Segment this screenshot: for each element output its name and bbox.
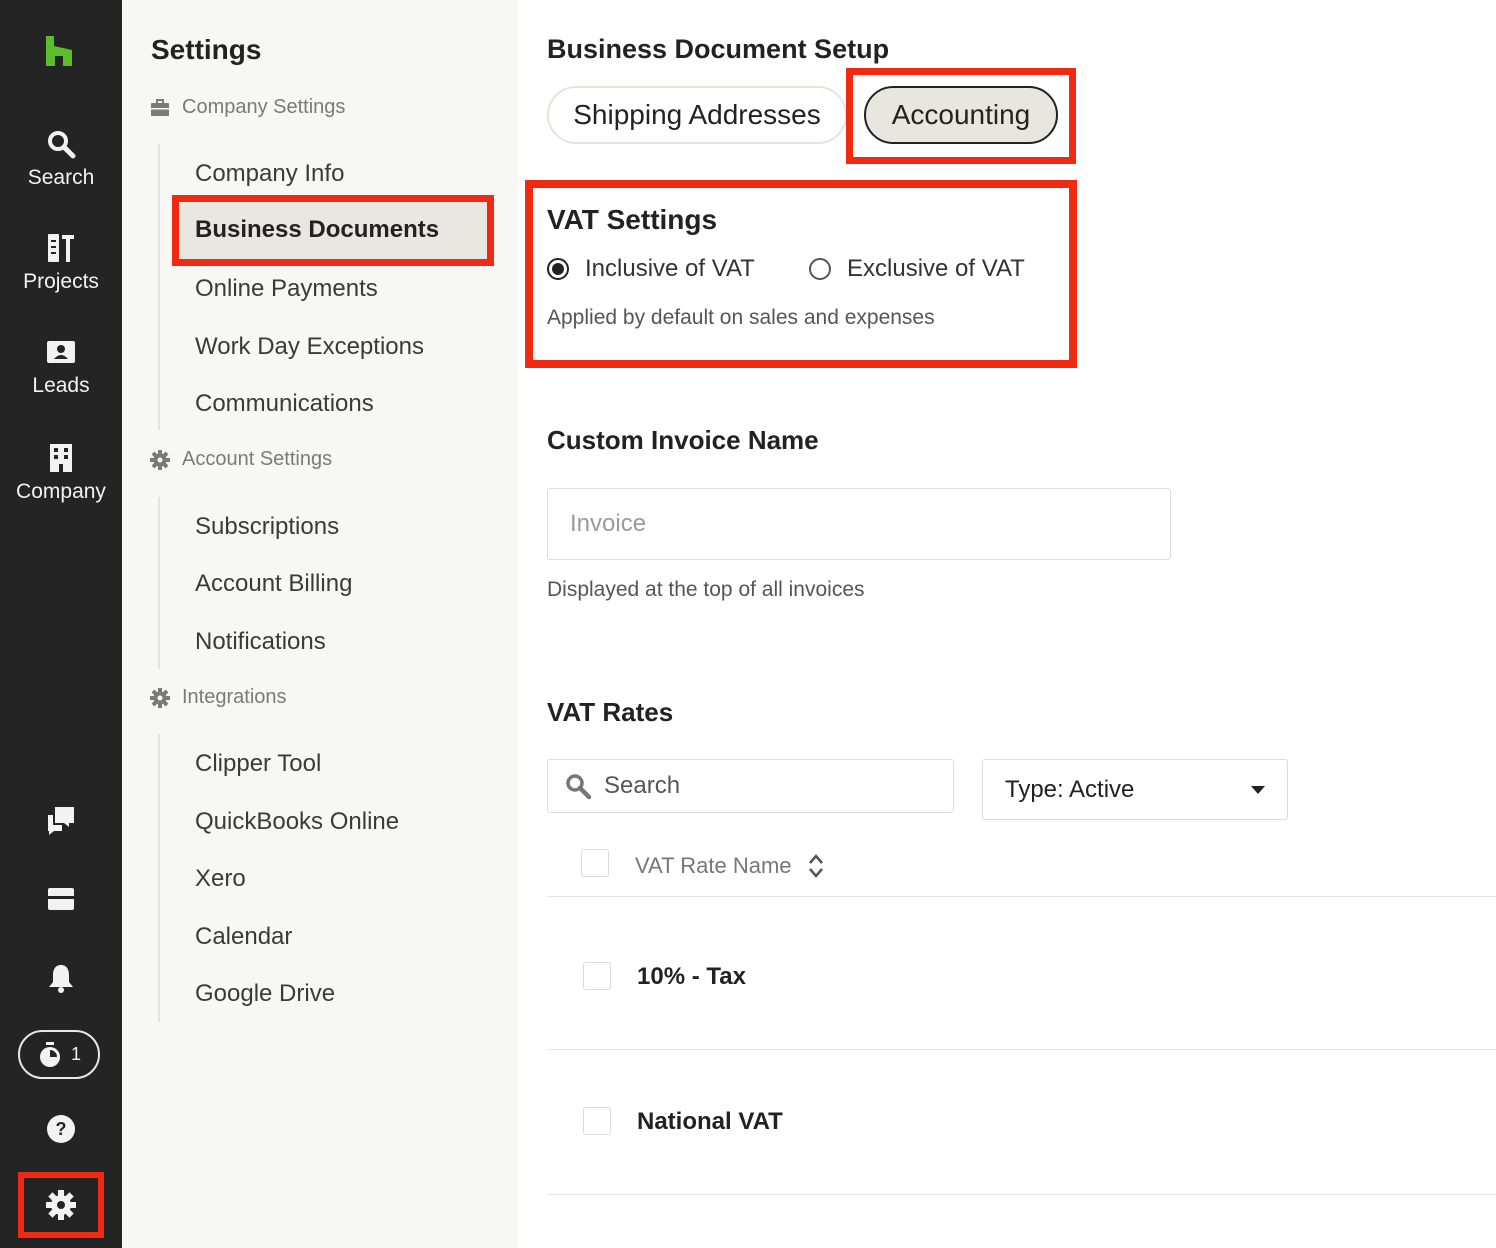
rail-item-search[interactable]: Search [0, 128, 122, 190]
vat-rates-title: VAT Rates [547, 697, 674, 727]
search-input[interactable] [604, 772, 924, 800]
radio-inclusive-of-vat[interactable]: Inclusive of VAT [547, 255, 755, 283]
radio-checked-icon[interactable] [547, 258, 569, 280]
table-divider [547, 1194, 1496, 1195]
vat-settings-help: Applied by default on sales and expenses [547, 306, 935, 329]
sidebar-item-company-info[interactable]: Company Info [195, 160, 344, 188]
sidebar-item-clipper-tool[interactable]: Clipper Tool [195, 750, 321, 778]
column-header-vat-rate-name[interactable]: VAT Rate Name [635, 852, 824, 880]
row-checkbox[interactable] [583, 962, 611, 990]
invoice-name-help: Displayed at the top of all invoices [547, 578, 865, 601]
sidebar-item-work-day-exceptions[interactable]: Work Day Exceptions [195, 333, 424, 361]
sidebar-item-communications[interactable]: Communications [195, 390, 374, 418]
sidebar-item-business-documents[interactable]: Business Documents [172, 195, 494, 266]
radio-label: Exclusive of VAT [847, 255, 1025, 282]
group-company-settings[interactable]: Company Settings [150, 96, 345, 119]
search-icon [566, 774, 592, 800]
vat-rates-search[interactable] [547, 759, 954, 813]
tab-shipping-addresses[interactable]: Shipping Addresses [547, 86, 847, 144]
select-all-checkbox[interactable] [581, 849, 609, 877]
table-divider [547, 896, 1496, 897]
rail-item-label: Leads [32, 374, 90, 397]
group-divider [158, 144, 160, 430]
table-row-label[interactable]: National VAT [637, 1108, 783, 1136]
left-rail: Search Projects Leads Company 1 ? [0, 0, 122, 1248]
svg-text:?: ? [56, 1119, 67, 1139]
rail-item-notifications[interactable] [0, 962, 122, 994]
table-divider [547, 1049, 1496, 1050]
sidebar-item-notifications[interactable]: Notifications [195, 628, 326, 656]
time-tracker-button[interactable]: 1 [18, 1030, 100, 1079]
bell-icon [49, 965, 73, 993]
sidebar-item-quickbooks-online[interactable]: QuickBooks Online [195, 808, 399, 836]
group-divider [158, 497, 160, 669]
chat-bubbles-icon [48, 807, 74, 835]
inbox-icon [48, 888, 74, 910]
rail-item-messages[interactable] [0, 804, 122, 836]
invoice-name-input[interactable] [547, 488, 1171, 560]
gear-icon [150, 449, 170, 470]
page-title: Business Document Setup [547, 34, 890, 64]
sidebar-item-label: Business Documents [195, 216, 440, 243]
group-integrations[interactable]: Integrations [150, 686, 287, 709]
sidebar-item-online-payments[interactable]: Online Payments [195, 275, 378, 303]
sidebar-item-google-drive[interactable]: Google Drive [195, 980, 335, 1008]
timer-count: 1 [70, 1044, 81, 1064]
main-content: Business Document Setup Shipping Address… [518, 0, 1496, 1248]
sidebar-title: Settings [151, 34, 262, 65]
radio-unchecked-icon[interactable] [809, 258, 831, 280]
stopwatch-icon [39, 1041, 60, 1067]
sidebar-item-xero[interactable]: Xero [195, 865, 246, 893]
settings-button[interactable] [18, 1172, 104, 1238]
table-row-label[interactable]: 10% - Tax [637, 963, 746, 991]
help-icon: ? [47, 1115, 75, 1143]
sidebar-item-calendar[interactable]: Calendar [195, 923, 292, 951]
briefcase-icon [151, 98, 169, 116]
radio-label: Inclusive of VAT [585, 255, 755, 282]
rail-item-label: Search [27, 166, 95, 189]
company-icon [50, 444, 72, 472]
caret-down-icon [1251, 785, 1265, 794]
projects-icon [48, 234, 74, 262]
custom-invoice-title: Custom Invoice Name [547, 425, 819, 455]
tab-accounting[interactable]: Accounting [864, 86, 1058, 144]
vat-settings-title: VAT Settings [547, 204, 718, 235]
group-label: Account Settings [182, 448, 333, 470]
row-checkbox[interactable] [583, 1107, 611, 1135]
gear-icon [46, 1190, 76, 1220]
leads-icon [47, 341, 75, 363]
rail-item-company[interactable]: Company [0, 442, 122, 504]
houzz-logo-icon[interactable] [44, 34, 74, 68]
rail-item-label: Company [16, 480, 106, 503]
type-filter-dropdown[interactable]: Type: Active [982, 759, 1288, 820]
group-label: Integrations [182, 686, 287, 708]
type-filter-value: Type: Active [1005, 775, 1135, 803]
rail-item-projects[interactable]: Projects [0, 232, 122, 294]
radio-exclusive-of-vat[interactable]: Exclusive of VAT [809, 255, 1025, 283]
rail-item-help[interactable]: ? [0, 1114, 122, 1144]
group-account-settings[interactable]: Account Settings [150, 448, 332, 471]
group-label: Company Settings [182, 96, 346, 118]
gear-icon [150, 687, 170, 708]
sidebar-item-subscriptions[interactable]: Subscriptions [195, 513, 339, 541]
sort-icon [808, 854, 823, 878]
settings-sidebar: Settings Company Settings Company Info B… [122, 0, 518, 1248]
search-icon [48, 131, 76, 159]
rail-item-inbox[interactable] [0, 884, 122, 914]
rail-item-leads[interactable]: Leads [0, 338, 122, 398]
sidebar-item-account-billing[interactable]: Account Billing [195, 570, 352, 598]
group-divider [158, 734, 160, 1022]
column-header-label: VAT Rate Name [635, 853, 792, 878]
rail-item-label: Projects [23, 270, 99, 293]
